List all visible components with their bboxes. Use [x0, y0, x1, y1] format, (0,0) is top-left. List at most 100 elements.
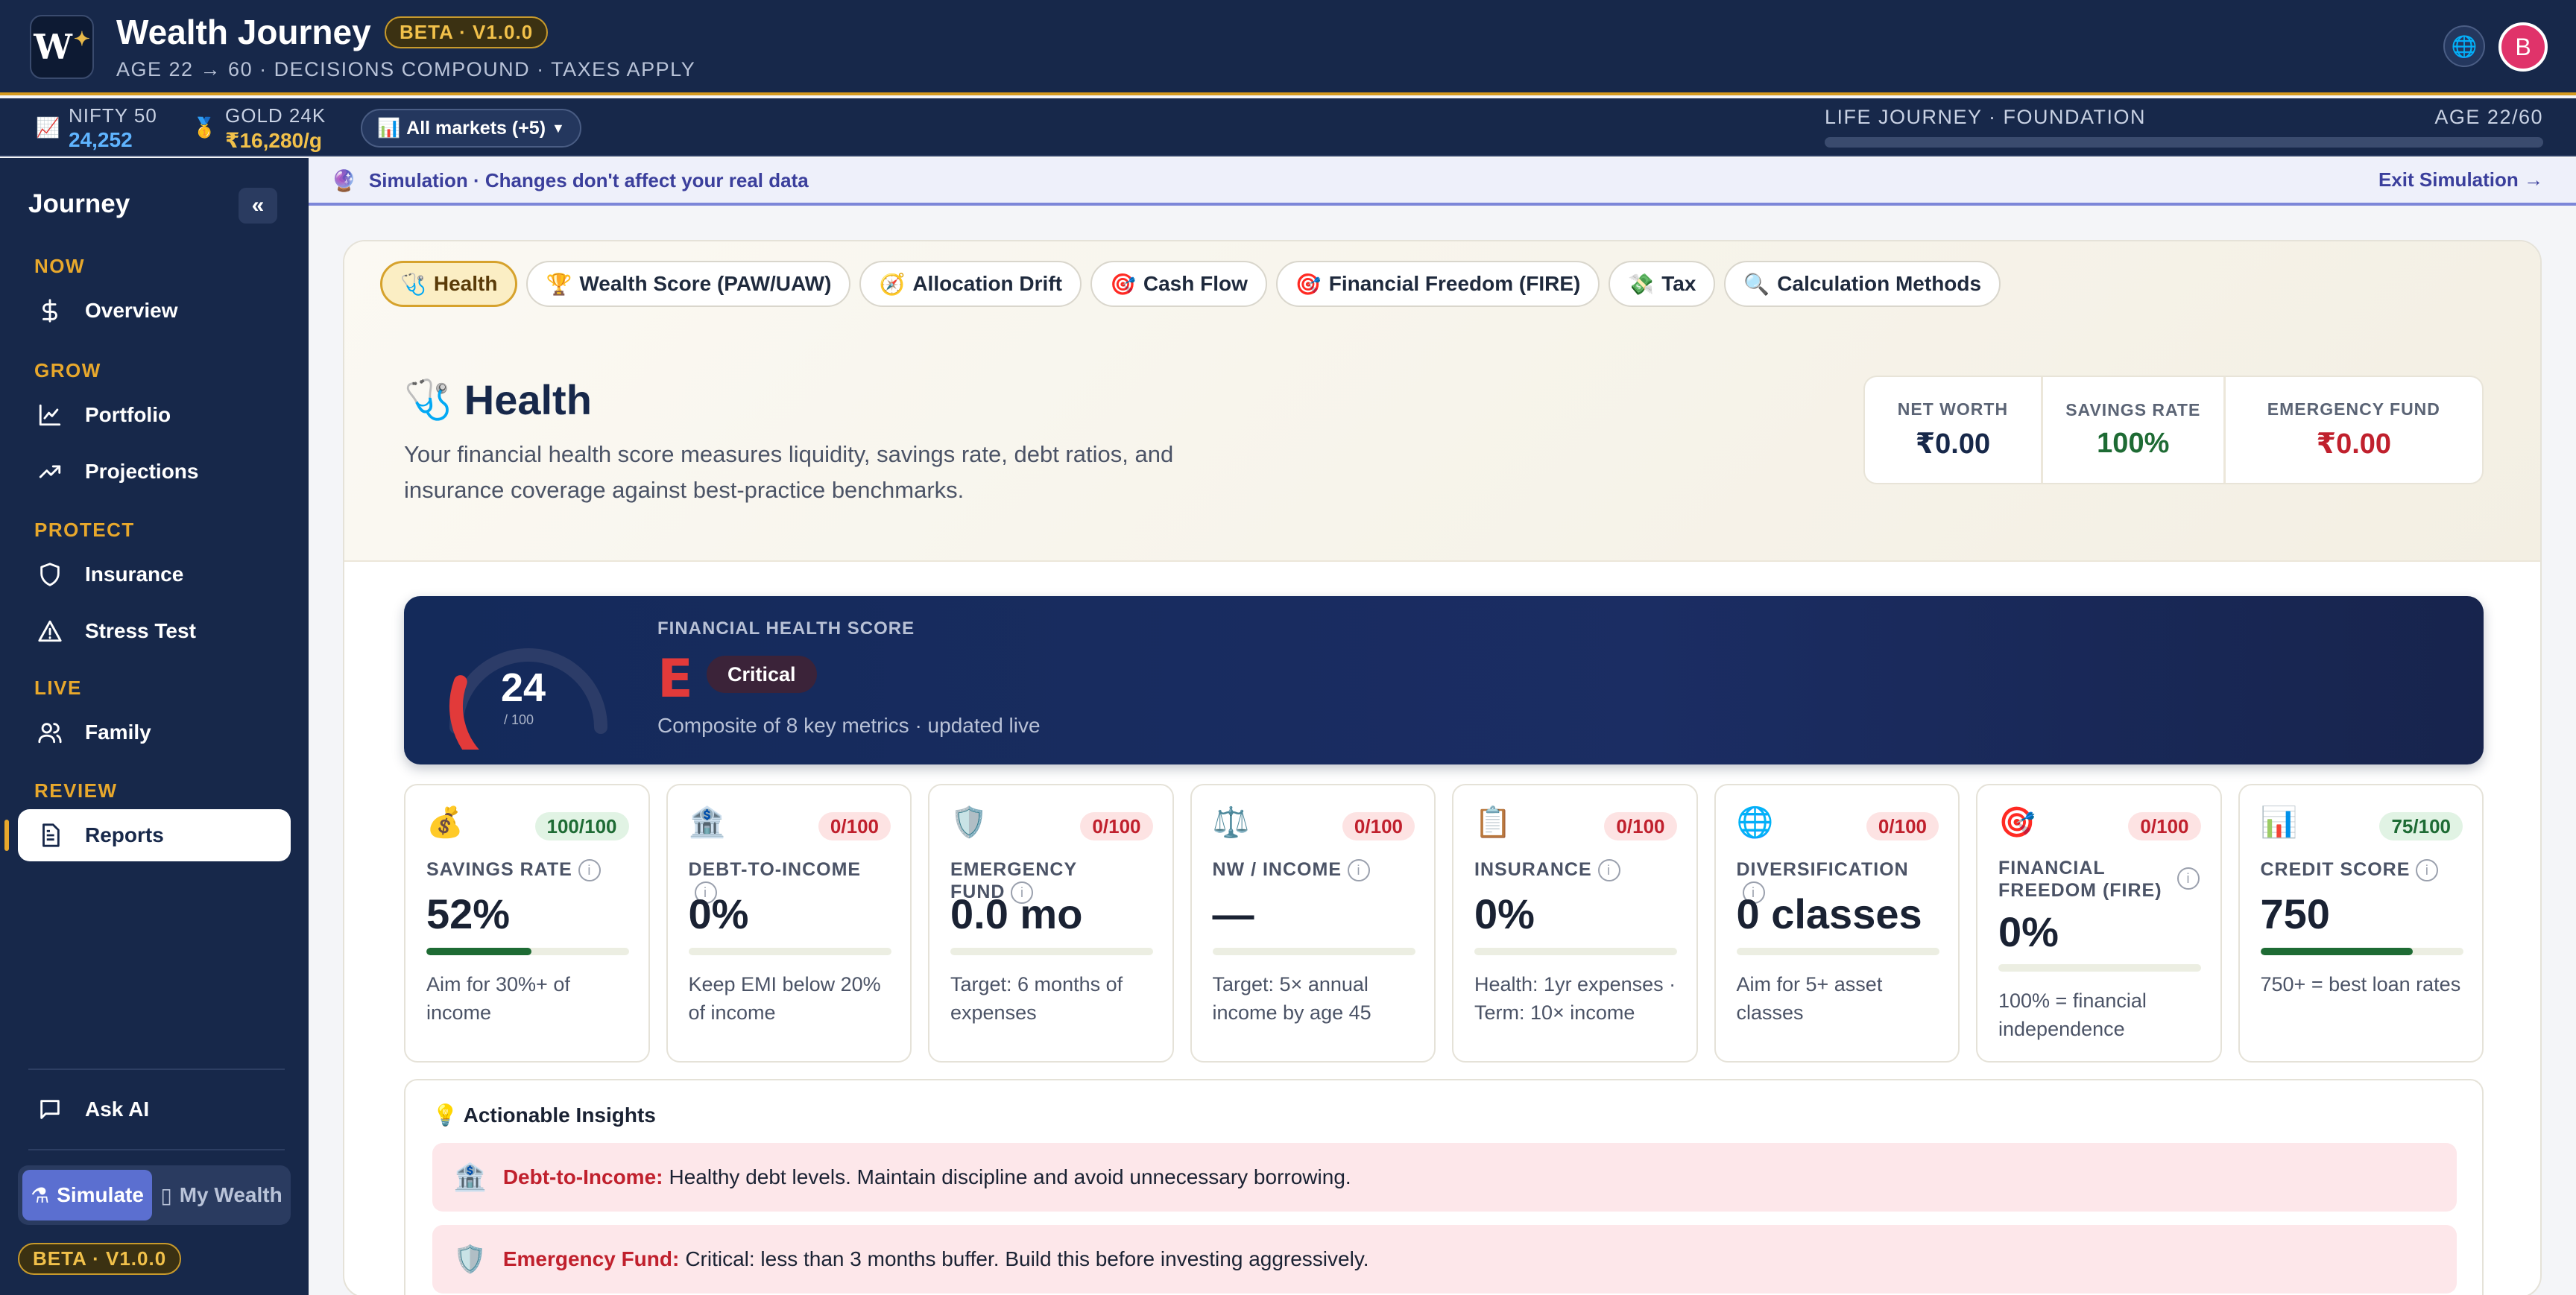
- sidebar-item-projections[interactable]: Projections: [18, 446, 291, 498]
- metric-card-debt-to-income[interactable]: 🏦 0/100 DEBT-TO-INCOMEi 0% Keep EMI below 20…: [666, 784, 912, 1063]
- tab-icon: 🩺: [400, 272, 426, 296]
- sidebar-item-ask-ai[interactable]: Ask AI: [18, 1083, 291, 1136]
- journey-stage-label: LIFE JOURNEY · FOUNDATION: [1825, 106, 2147, 128]
- metric-icon: 💰: [426, 806, 464, 839]
- metric-value: 0.0 mo: [950, 890, 1083, 937]
- tab-label: Allocation Drift: [912, 272, 1062, 295]
- my-wealth-mode-button[interactable]: ▯ My Wealth: [157, 1170, 286, 1220]
- sidebar-item-overview[interactable]: Overview: [18, 285, 291, 337]
- simulation-notice: Simulation · Changes don't affect your r…: [368, 169, 809, 191]
- metric-icon: 🎯: [1998, 806, 2036, 839]
- kpi-net-worth: NET WORTH ₹0.00: [1865, 377, 2043, 483]
- info-icon[interactable]: i: [1597, 859, 1620, 882]
- info-icon[interactable]: i: [2416, 859, 2439, 882]
- kpi-label: NET WORTH: [1897, 399, 2009, 419]
- exit-simulation-link[interactable]: Exit Simulation →: [2378, 168, 2543, 191]
- tab-allocation-drift[interactable]: 🧭 Allocation Drift: [859, 261, 1082, 307]
- metric-progress-bar: [688, 948, 891, 955]
- sidebar-item-family[interactable]: Family: [18, 706, 291, 759]
- metric-card-insurance[interactable]: 📋 0/100 INSURANCE i 0% Health: 1yr expenses ·…: [1452, 784, 1698, 1063]
- tab-financial-freedom-fire[interactable]: 🎯 Financial Freedom (FIRE): [1275, 261, 1600, 307]
- tab-icon: 🏆: [546, 272, 572, 296]
- metric-description: 750+ = best loan rates: [2260, 973, 2461, 995]
- sidebar-group-protect: PROTECT: [34, 519, 135, 541]
- tab-health[interactable]: 🩺 Health: [380, 261, 518, 307]
- journey-progress-bar: [1825, 137, 2543, 148]
- all-markets-dropdown[interactable]: 📊 All markets (+5) ▼: [361, 109, 581, 148]
- metric-description: Aim for 5+ asset classes: [1736, 973, 1883, 1024]
- metric-description: 100% = financial independence: [1998, 990, 2147, 1040]
- tab-icon: 💸: [1628, 272, 1655, 296]
- metric-card-credit-score[interactable]: 📊 75/100 CREDIT SCORE i 750 750+ = best loan …: [2238, 784, 2484, 1063]
- chart-line-icon: [37, 402, 63, 428]
- metric-progress-bar: [426, 948, 629, 955]
- globe-icon[interactable]: 🌐: [2443, 25, 2485, 67]
- health-score-max: / 100: [504, 712, 534, 727]
- sparkle-icon: ✦: [73, 28, 90, 51]
- sidebar-item-portfolio[interactable]: Portfolio: [18, 389, 291, 441]
- crystal-ball-icon: 🔮: [331, 169, 357, 192]
- info-icon[interactable]: i: [578, 859, 601, 882]
- metric-score-badge: 0/100: [1080, 812, 1153, 840]
- trending-up-icon: [37, 459, 63, 484]
- sidebar-item-stress-test[interactable]: Stress Test: [18, 605, 291, 657]
- sidebar-divider: [28, 1149, 285, 1150]
- metric-card-diversification[interactable]: 🌐 0/100 DIVERSIFICATIONi 0 classes Aim for 5…: [1714, 784, 1960, 1063]
- metric-card-emergency-fund[interactable]: 🛡️ 0/100 EMERGENCY FUND i 0.0 mo Target: 6 mo…: [928, 784, 1174, 1063]
- tab-cash-flow[interactable]: 🎯 Cash Flow: [1090, 261, 1267, 307]
- tab-label: Wealth Score (PAW/UAW): [579, 272, 832, 295]
- tab-icon: 🎯: [1295, 272, 1322, 296]
- metric-label: FINANCIAL FREEDOM (FIRE): [1998, 858, 2162, 901]
- sidebar-group-now: NOW: [34, 255, 86, 277]
- kpi-value: 100%: [2097, 428, 2170, 459]
- kpi-value: ₹0.00: [2316, 428, 2392, 460]
- tab-wealth-score-paw-uaw[interactable]: 🏆 Wealth Score (PAW/UAW): [526, 261, 851, 307]
- panel-header: 🩺 Health 🏆 Wealth Score (PAW/UAW) 🧭 Allocatio…: [344, 241, 2540, 562]
- reports-panel: 🩺 Health 🏆 Wealth Score (PAW/UAW) 🧭 Allocatio…: [343, 240, 2542, 1295]
- metric-progress-bar: [1736, 948, 1939, 955]
- metric-score-badge: 0/100: [818, 812, 891, 840]
- metric-icon: 🛡️: [950, 806, 988, 839]
- mode-switch: ⚗ Simulate ▯ My Wealth: [18, 1165, 291, 1225]
- sidebar-item-insurance[interactable]: Insurance: [18, 548, 291, 601]
- info-icon[interactable]: i: [2176, 867, 2200, 890]
- metric-score-badge: 0/100: [1866, 812, 1939, 840]
- metric-card-savings-rate[interactable]: 💰 100/100 SAVINGS RATE i 52% Aim for 30%+ of …: [404, 784, 650, 1063]
- metric-value: 0%: [688, 890, 749, 937]
- metric-progress-fill: [426, 948, 532, 955]
- metric-progress-bar: [2260, 948, 2463, 955]
- app-header: W ✦ Wealth Journey BETA · V1.0.0 AGE 22 →…: [0, 0, 2576, 95]
- metric-label: NW / INCOME: [1212, 859, 1342, 880]
- metric-value: 750: [2260, 890, 2330, 937]
- metric-card-nw-income[interactable]: ⚖️ 0/100 NW / INCOME i — Target: 5× annual in…: [1190, 784, 1436, 1063]
- tab-calculation-methods[interactable]: 🔍 Calculation Methods: [1724, 261, 2001, 307]
- collapse-sidebar-button[interactable]: «: [239, 188, 277, 224]
- simulation-banner: 🔮 Simulation · Changes don't affect your …: [309, 158, 2576, 206]
- metric-value: 52%: [426, 890, 511, 937]
- sidebar-group-review: REVIEW: [34, 779, 118, 802]
- sidebar-group-grow: GROW: [34, 359, 101, 381]
- insights-title: Actionable Insights: [463, 1104, 656, 1127]
- metric-label: DIVERSIFICATION: [1736, 859, 1909, 880]
- tab-label: Health: [433, 272, 498, 295]
- app-logo[interactable]: W ✦: [30, 15, 94, 79]
- user-avatar[interactable]: B: [2498, 22, 2548, 72]
- insight-title: Debt-to-Income:: [502, 1165, 663, 1188]
- insight-text: Critical: less than 3 months buffer. Bui…: [685, 1247, 1369, 1270]
- kpi-value: ₹0.00: [1915, 428, 1991, 460]
- info-icon[interactable]: i: [1348, 859, 1370, 882]
- metric-card-financial-freedom-fire[interactable]: 🎯 0/100 FINANCIAL FREEDOM (FIRE) i 0% 100% = …: [1976, 784, 2222, 1063]
- version-badge-sidebar: BETA · V1.0.0: [18, 1243, 182, 1275]
- insight-text: Healthy debt levels. Maintain discipline…: [669, 1165, 1351, 1188]
- tab-tax[interactable]: 💸 Tax: [1609, 261, 1716, 307]
- kpi-label: SAVINGS RATE: [2065, 400, 2201, 419]
- insight-row: 🏦 Debt-to-Income: Healthy debt levels. Mai…: [432, 1143, 2457, 1212]
- metric-score-badge: 0/100: [2128, 812, 2201, 840]
- metric-label: SAVINGS RATE: [426, 859, 572, 880]
- flask-icon: ⚗: [31, 1183, 50, 1207]
- sidebar-item-reports[interactable]: Reports: [4, 809, 291, 861]
- simulate-mode-button[interactable]: ⚗ Simulate: [22, 1170, 152, 1220]
- metric-icon: 📊: [2260, 806, 2298, 839]
- metric-score-badge: 100/100: [534, 812, 629, 840]
- metric-description: Health: 1yr expenses · Term: 10× income: [1474, 973, 1676, 1024]
